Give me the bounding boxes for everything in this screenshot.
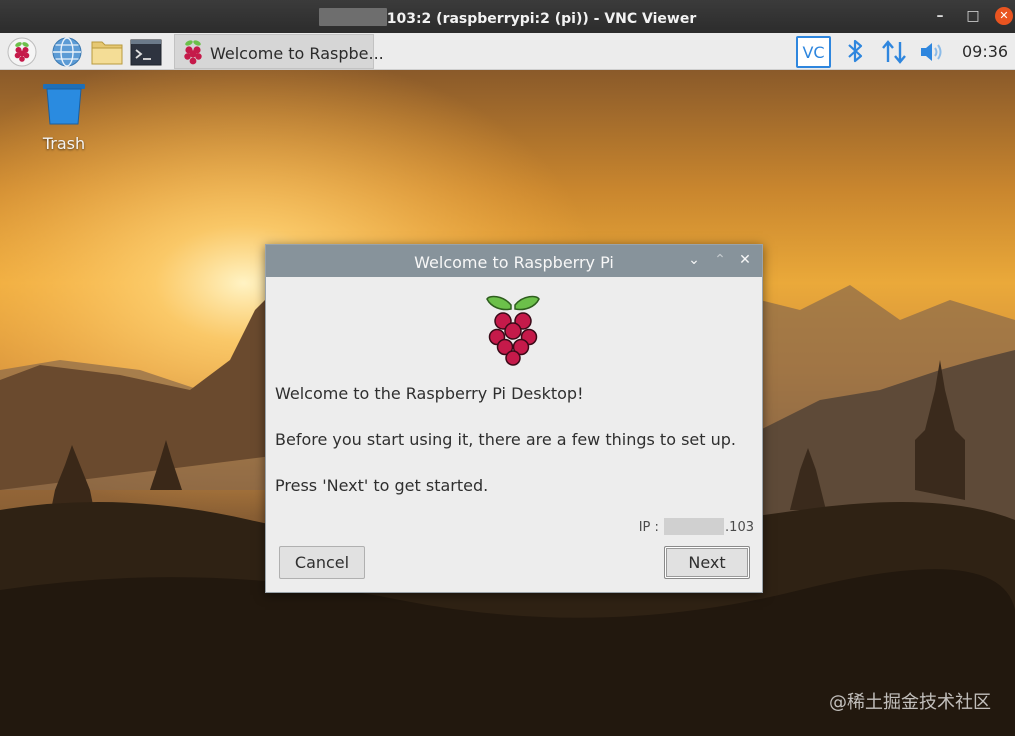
trash-desktop-icon[interactable]: Trash (34, 82, 94, 153)
raspberry-logo-icon (184, 40, 202, 65)
raspberry-menu-icon[interactable] (6, 36, 38, 68)
ip-suffix: .103 (725, 520, 754, 535)
ip-address: IP : .103 (639, 518, 754, 535)
taskbar-window-label: Welcome to Raspbe... (210, 44, 384, 63)
network-arrows-icon[interactable] (880, 38, 908, 70)
vnc-window-title: 103:2 (raspberrypi:2 (pi)) - VNC Viewer (0, 8, 1015, 27)
taskbar-window-button-welcome[interactable]: Welcome to Raspbe... (174, 34, 384, 69)
redacted-ip-block (318, 8, 387, 26)
vnc-server-icon[interactable]: VC (796, 36, 831, 68)
setup-line: Before you start using it, there are a f… (275, 430, 736, 449)
raspberry-pi-logo-icon (481, 293, 545, 373)
trash-label: Trash (42, 134, 86, 153)
dialog-maximize-button[interactable]: ⌃ (711, 251, 729, 269)
window-maximize-button[interactable]: □ (963, 6, 983, 26)
vnc-server-label: VC (802, 43, 824, 62)
next-instruction-line: Press 'Next' to get started. (275, 476, 489, 495)
next-button[interactable]: Next (664, 546, 750, 579)
clock[interactable]: 09:36 (962, 42, 1008, 61)
dialog-titlebar[interactable]: Welcome to Raspberry Pi ⌄ ⌃ ✕ (266, 245, 762, 277)
volume-icon[interactable] (918, 39, 946, 69)
bluetooth-icon[interactable] (843, 37, 867, 69)
file-manager-icon[interactable] (90, 36, 123, 68)
dialog-close-button[interactable]: ✕ (736, 251, 754, 269)
welcome-dialog: Welcome to Raspberry Pi ⌄ ⌃ ✕ Welcome to… (265, 244, 763, 593)
window-minimize-button[interactable]: – (930, 6, 950, 26)
terminal-icon[interactable] (130, 36, 162, 68)
redacted-ip-block (664, 518, 725, 535)
taskbar: Welcome to Raspbe... VC 09:36 (0, 33, 1015, 70)
web-browser-icon[interactable] (51, 36, 83, 68)
watermark: @稀土掘金技术社区 (829, 692, 991, 713)
dialog-minimize-button[interactable]: ⌄ (685, 251, 703, 269)
cancel-button[interactable]: Cancel (279, 546, 365, 579)
trash-icon (43, 84, 85, 125)
window-close-button[interactable]: ✕ (995, 7, 1013, 25)
vnc-window-titlebar[interactable]: 103:2 (raspberrypi:2 (pi)) - VNC Viewer … (0, 0, 1015, 33)
ip-label: IP : (638, 520, 659, 535)
welcome-line: Welcome to the Raspberry Pi Desktop! (275, 384, 584, 403)
